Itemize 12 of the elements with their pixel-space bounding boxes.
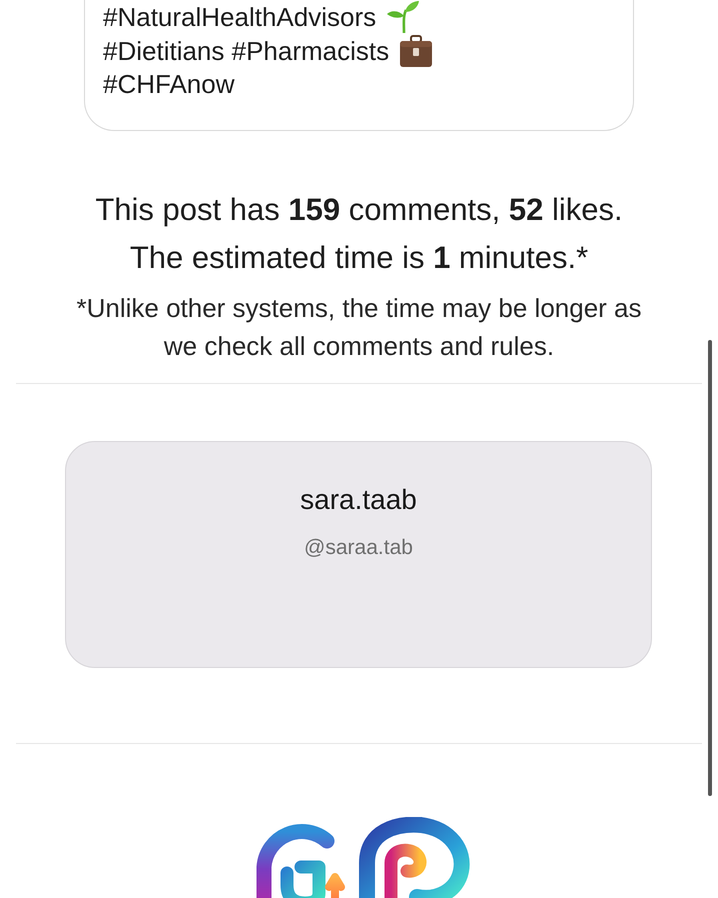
hashtag-text: #NaturalHealthAdvisors [103, 1, 376, 33]
summary-text: The estimated time is 1 minutes.* [128, 239, 590, 277]
handle-text: @saraa.tab [303, 535, 414, 561]
sprout-icon [386, 0, 420, 34]
hashtag-text: #Dietitians #Pharmacists [103, 35, 390, 67]
scrollbar-thumb[interactable] [708, 340, 712, 796]
hashtag-text: #CHFAnow [103, 68, 234, 100]
logo-icon [255, 817, 471, 898]
username-text: sara.taab [299, 483, 418, 517]
summary-text: This post has 159 comments, 52 likes. [94, 191, 624, 229]
footnote-text: *Unlike other systems, the time may be longer as we check all comments and rules. [75, 292, 643, 363]
briefcase-icon [399, 34, 434, 68]
